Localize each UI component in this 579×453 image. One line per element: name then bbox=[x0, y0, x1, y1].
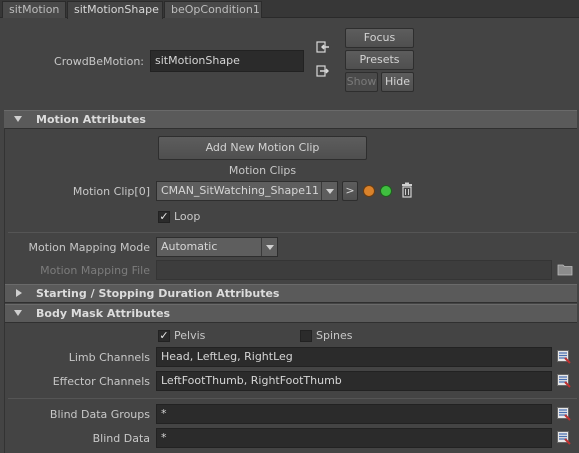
green-status-icon[interactable] bbox=[380, 185, 392, 197]
list-edit-icon[interactable] bbox=[557, 407, 571, 421]
show-button[interactable]: Show bbox=[345, 72, 378, 92]
limb-channels-field[interactable]: Head, LeftLeg, RightLeg bbox=[156, 347, 552, 367]
motion-attributes-header[interactable]: Motion Attributes bbox=[4, 110, 577, 129]
chevron-down-icon bbox=[321, 182, 337, 200]
mapping-mode-label: Motion Mapping Mode bbox=[28, 241, 150, 254]
spines-label: Spines bbox=[316, 329, 353, 342]
add-motion-clip-button[interactable]: Add New Motion Clip bbox=[158, 136, 367, 160]
blind-data-groups-field[interactable]: * bbox=[156, 404, 552, 424]
tab-bar: sitMotion sitMotionShape beOpCondition1 bbox=[0, 0, 579, 19]
motion-clip-value: CMAN_SitWatching_Shape11 bbox=[161, 184, 319, 197]
mapping-mode-value: Automatic bbox=[161, 240, 218, 253]
mapping-mode-dropdown[interactable]: Automatic bbox=[156, 237, 278, 257]
section-title: Body Mask Attributes bbox=[36, 307, 171, 320]
starting-stopping-header[interactable]: Starting / Stopping Duration Attributes bbox=[4, 284, 577, 303]
motion-clip-dropdown[interactable]: CMAN_SitWatching_Shape11 bbox=[156, 181, 338, 201]
tab-sitmotion[interactable]: sitMotion bbox=[2, 1, 66, 18]
output-connections-icon[interactable] bbox=[316, 64, 330, 78]
collapse-arrow-icon bbox=[14, 116, 22, 122]
motion-clip-go-button[interactable]: > bbox=[342, 181, 358, 201]
section-title: Motion Attributes bbox=[36, 113, 146, 126]
node-type-label: CrowdBeMotion: bbox=[54, 55, 144, 68]
blind-data-label: Blind Data bbox=[92, 432, 150, 445]
focus-button[interactable]: Focus bbox=[345, 28, 414, 48]
pelvis-checkbox[interactable]: ✓ bbox=[158, 330, 170, 342]
pelvis-label: Pelvis bbox=[174, 329, 206, 342]
chevron-down-icon bbox=[261, 238, 277, 256]
section-title: Starting / Stopping Duration Attributes bbox=[36, 287, 280, 300]
effector-channels-field[interactable]: LeftFootThumb, RightFootThumb bbox=[156, 371, 552, 391]
spines-checkbox[interactable] bbox=[300, 330, 312, 342]
trash-icon[interactable] bbox=[400, 182, 414, 198]
hide-button[interactable]: Hide bbox=[381, 72, 414, 92]
list-edit-icon[interactable] bbox=[557, 431, 571, 445]
blind-data-groups-label: Blind Data Groups bbox=[49, 408, 150, 421]
motion-clip-label: Motion Clip[0] bbox=[72, 185, 150, 198]
effector-channels-label: Effector Channels bbox=[52, 375, 150, 388]
orange-status-icon[interactable] bbox=[363, 185, 375, 197]
loop-checkbox[interactable]: ✓ bbox=[158, 211, 170, 223]
mapping-file-field[interactable] bbox=[156, 260, 552, 280]
divider bbox=[8, 398, 577, 399]
collapse-arrow-icon bbox=[14, 310, 22, 316]
blind-data-field[interactable]: * bbox=[156, 428, 552, 448]
expand-arrow-icon bbox=[16, 289, 22, 297]
panel-border bbox=[4, 128, 5, 453]
divider bbox=[8, 232, 577, 233]
presets-button[interactable]: Presets bbox=[345, 50, 414, 70]
body-mask-header[interactable]: Body Mask Attributes bbox=[4, 304, 577, 323]
tab-beopcondition1[interactable]: beOpCondition1 bbox=[164, 1, 262, 18]
input-connections-icon[interactable] bbox=[316, 40, 330, 54]
mapping-file-label: Motion Mapping File bbox=[40, 264, 150, 277]
motion-clips-heading: Motion Clips bbox=[228, 164, 297, 177]
node-name-field[interactable]: sitMotionShape bbox=[150, 50, 304, 72]
list-edit-icon[interactable] bbox=[557, 350, 571, 364]
folder-icon[interactable] bbox=[557, 263, 573, 276]
loop-label: Loop bbox=[174, 210, 201, 223]
tab-sitmotionshape[interactable]: sitMotionShape bbox=[67, 1, 163, 19]
list-edit-icon[interactable] bbox=[557, 374, 571, 388]
limb-channels-label: Limb Channels bbox=[68, 351, 150, 364]
